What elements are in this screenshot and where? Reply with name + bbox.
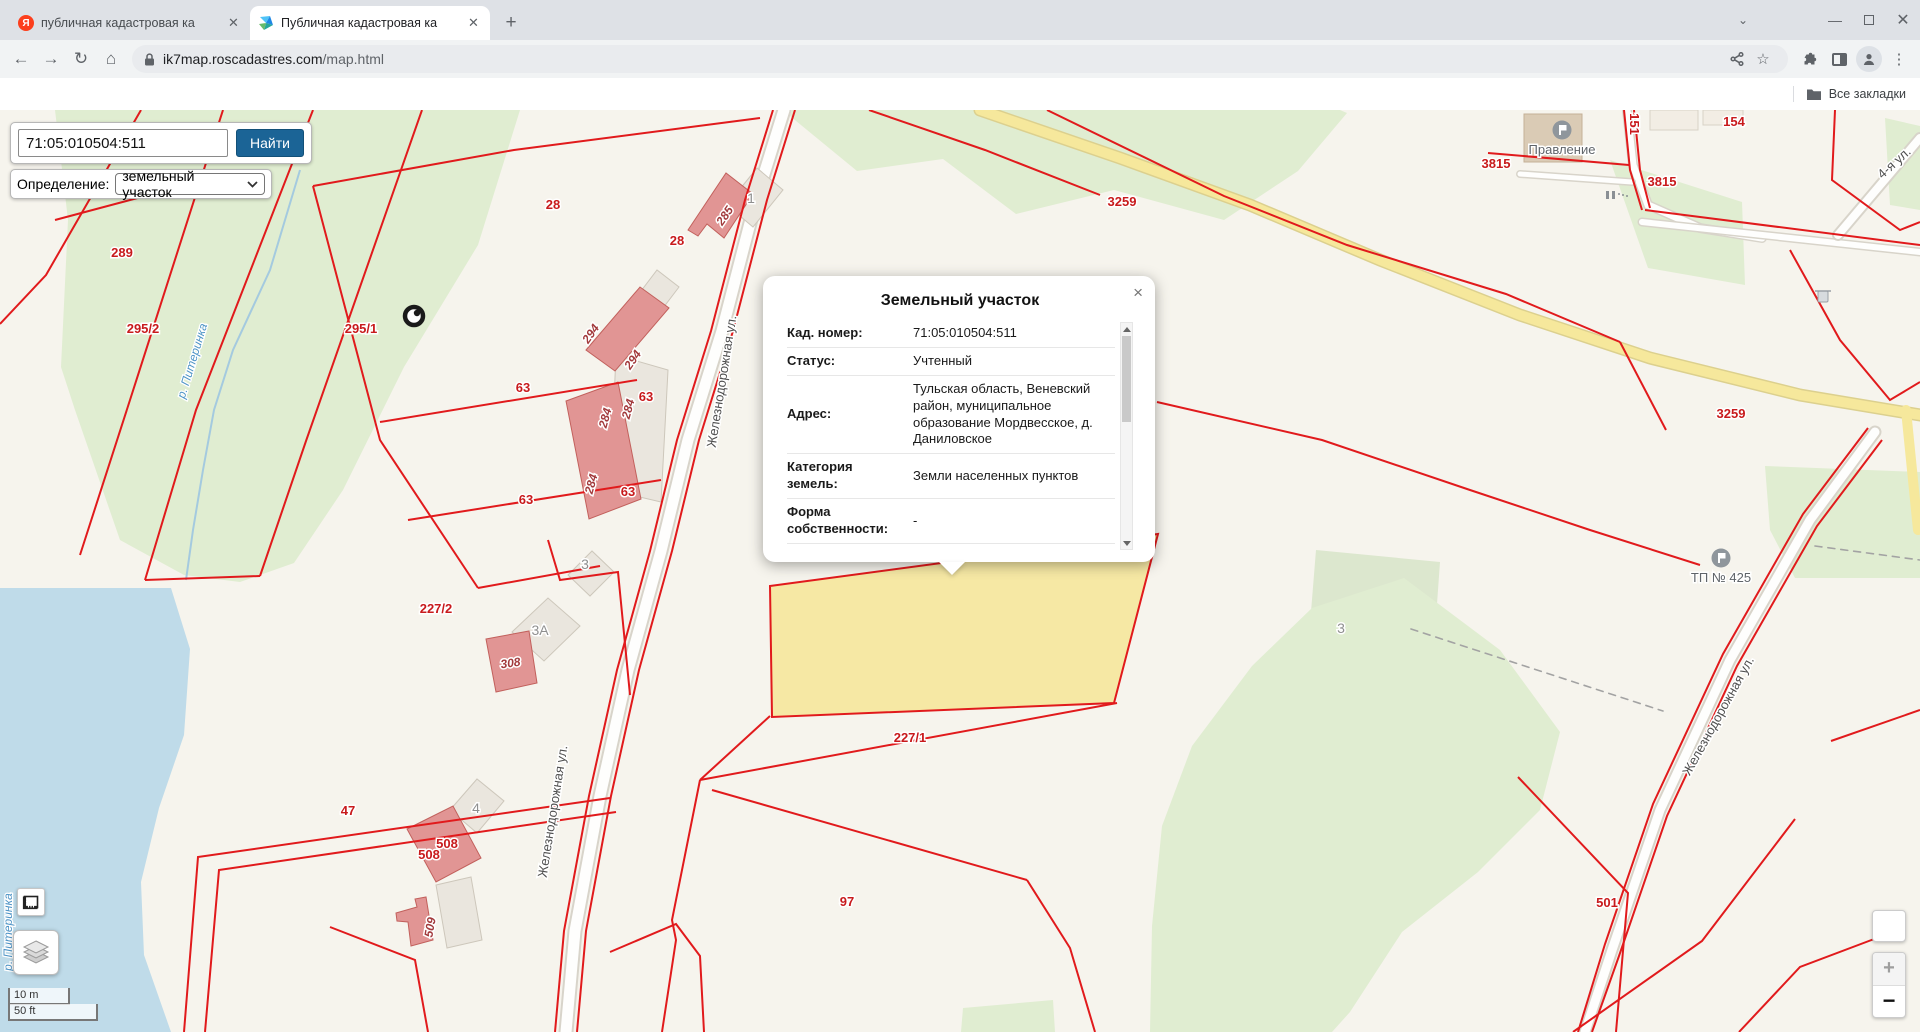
browser-toolbar: ← → ↻ ⌂ ik7map.roscadastres.com/map.html… xyxy=(0,40,1920,78)
home-button[interactable]: ⌂ xyxy=(96,44,126,74)
map-label: 501 xyxy=(1596,895,1618,910)
scale-imperial: 50 ft xyxy=(8,1004,98,1021)
map-label: 63 xyxy=(519,492,533,507)
map-label: 154 xyxy=(1723,114,1745,129)
back-button[interactable]: ← xyxy=(6,44,36,74)
map-label: 1 xyxy=(747,190,755,206)
measure-tool-button[interactable] xyxy=(17,888,45,916)
map-label: 508 xyxy=(436,836,458,851)
popup-attributes: Кад. номер:71:05:010504:511Статус:Учтенн… xyxy=(787,320,1115,552)
address-bar[interactable]: ik7map.roscadastres.com/map.html ☆ xyxy=(132,45,1788,73)
scale-metric: 10 m xyxy=(8,988,70,1005)
map-label: 3 xyxy=(581,556,589,572)
map-cursor xyxy=(405,307,423,325)
map-label: 227/2 xyxy=(420,601,453,616)
popup-tail xyxy=(939,562,965,575)
popup-row: Кадастровая стоимость:638720 руб xyxy=(787,543,1115,552)
fullscreen-button[interactable] xyxy=(1872,910,1906,942)
window-minimize-button[interactable]: — xyxy=(1818,0,1852,40)
pinwheel-icon xyxy=(258,15,274,31)
window-close-button[interactable]: ✕ xyxy=(1886,0,1920,40)
bookmarks-folder-icon xyxy=(1806,88,1822,101)
profile-avatar[interactable] xyxy=(1854,44,1884,74)
share-icon[interactable] xyxy=(1724,46,1750,72)
reload-button[interactable]: ↻ xyxy=(66,44,96,74)
popup-row: Адрес:Тульская область, Веневский район,… xyxy=(787,375,1115,454)
cadastral-number-input[interactable] xyxy=(18,129,228,157)
map-label: 295/1 xyxy=(345,321,378,336)
popup-row: Кад. номер:71:05:010504:511 xyxy=(787,320,1115,347)
popup-row: Форма собственности:- xyxy=(787,499,1115,544)
tab-close-icon[interactable]: ✕ xyxy=(225,15,242,32)
map-label: 28 xyxy=(670,233,684,248)
side-panel-icon[interactable] xyxy=(1824,44,1854,74)
zoom-in-button[interactable]: + xyxy=(1873,953,1905,986)
layers-icon xyxy=(21,939,51,967)
map-label: 28 xyxy=(546,197,560,212)
map-label: 63 xyxy=(621,484,635,499)
all-bookmarks-label[interactable]: Все закладки xyxy=(1829,87,1906,101)
find-button[interactable]: Найти xyxy=(236,129,304,157)
tab-title: Публичная кадастровая ка xyxy=(281,16,458,30)
map-label: 63 xyxy=(639,389,653,404)
popup-scrollbar[interactable] xyxy=(1120,322,1133,550)
layers-button[interactable] xyxy=(13,930,59,975)
close-icon[interactable]: × xyxy=(1133,284,1143,301)
bookmarks-bar: Все закладки xyxy=(0,78,1920,110)
tab-strip: Я публичная кадастровая ка ✕ Публичная к… xyxy=(0,0,1920,40)
map-label: 3 xyxy=(1337,620,1345,636)
scroll-down-arrow-icon[interactable] xyxy=(1121,537,1132,549)
chevron-down-icon xyxy=(247,181,258,188)
search-panel: Найти xyxy=(10,122,312,164)
tab-yandex-search[interactable]: Я публичная кадастровая ка ✕ xyxy=(10,6,250,40)
url-text: ik7map.roscadastres.com/map.html xyxy=(163,51,384,67)
tab-close-icon[interactable]: ✕ xyxy=(465,15,482,32)
popup-row: Категория земель:Земли населенных пункто… xyxy=(787,454,1115,499)
tab-search-chevron-icon[interactable]: ⌄ xyxy=(1726,0,1760,40)
definition-panel: Определение: земельный участок xyxy=(10,169,272,199)
map-label: 289 xyxy=(111,245,133,260)
map-label: 63 xyxy=(516,380,530,395)
map-label: 3259 xyxy=(1717,406,1746,421)
map-label: 47 xyxy=(341,803,355,818)
zoom-control: + − xyxy=(1872,952,1906,1018)
extensions-puzzle-icon[interactable] xyxy=(1794,44,1824,74)
window-maximize-button[interactable] xyxy=(1852,0,1886,40)
svg-text:Правление: Правление xyxy=(1529,142,1596,157)
map-label: 3815 xyxy=(1648,174,1677,189)
scroll-up-arrow-icon[interactable] xyxy=(1121,323,1132,335)
divider xyxy=(1793,86,1794,102)
map-label: 3815 xyxy=(1482,156,1511,171)
new-tab-button[interactable]: + xyxy=(497,9,525,37)
popup-title: Земельный участок xyxy=(787,292,1133,310)
tab-cadastral-map[interactable]: Публичная кадастровая ка ✕ xyxy=(250,6,490,40)
map-label: 227/1 xyxy=(894,730,927,745)
bookmark-star-icon[interactable]: ☆ xyxy=(1750,46,1776,72)
map-label: 4 xyxy=(472,800,480,816)
map-label: 151 xyxy=(1627,113,1642,135)
zoom-out-button[interactable]: − xyxy=(1873,986,1905,1018)
lock-icon xyxy=(144,53,155,66)
svg-text:ТП № 425: ТП № 425 xyxy=(1691,570,1751,585)
map-label: 308 xyxy=(500,655,522,672)
map-label: 295/2 xyxy=(127,321,160,336)
map-label: 3А xyxy=(531,622,549,638)
tab-title: публичная кадастровая ка xyxy=(41,16,218,30)
browser-menu-kebab-icon[interactable]: ⋮ xyxy=(1884,44,1914,74)
scrollbar-thumb[interactable] xyxy=(1122,336,1131,422)
yandex-icon: Я xyxy=(18,15,34,31)
forward-button[interactable]: → xyxy=(36,44,66,74)
definition-label: Определение: xyxy=(17,176,109,192)
map-label: 3259 xyxy=(1108,194,1137,209)
ruler-icon xyxy=(22,893,40,911)
parcel-info-popup: × Земельный участок Кад. номер:71:05:010… xyxy=(763,276,1155,562)
popup-row: Статус:Учтенный xyxy=(787,347,1115,375)
map-canvas[interactable]: 289 295/2 295/1 28 28 63 63 63 63 227/2 227/1 97 47 5… xyxy=(0,110,1920,1032)
map-label: 97 xyxy=(840,894,854,909)
definition-select[interactable]: земельный участок xyxy=(115,173,265,195)
